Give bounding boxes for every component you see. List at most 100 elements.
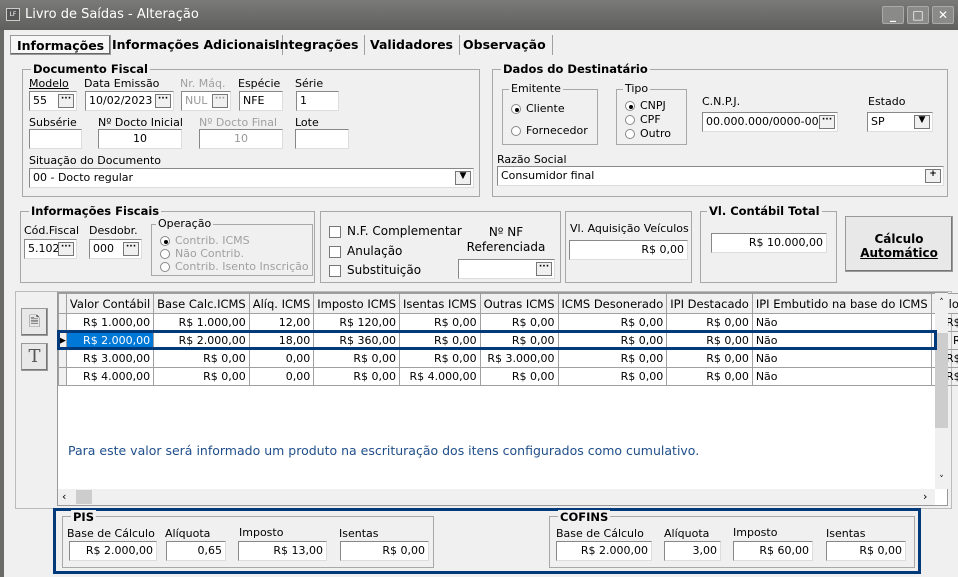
table-cell[interactable]: Não: [751, 367, 932, 386]
table-row[interactable]: R$ 3.000,00 R$ 0,00 0,00 R$ 0,00 R$ 0,00 R$ 3…: [58, 349, 958, 368]
cod-fiscal-field[interactable]: 5.102 ···: [24, 239, 77, 259]
column-header[interactable]: Outras ICMS: [479, 293, 559, 314]
pis-isentas-field[interactable]: R$ 0,00: [340, 541, 429, 561]
lookup-button[interactable]: ···: [536, 262, 552, 276]
table-cell[interactable]: R$ 120,00: [313, 313, 401, 332]
chevron-down-icon[interactable]: ▼: [914, 115, 930, 129]
nf-complementar-checkbox[interactable]: N.F. Complementar: [329, 224, 462, 238]
estado-select[interactable]: SP ▼: [867, 112, 933, 132]
cofins-aliquota-field[interactable]: 3,00: [664, 541, 721, 561]
column-header[interactable]: ICMS Desonerado: [557, 293, 668, 314]
tab-observacao[interactable]: Observação: [457, 35, 553, 55]
table-cell[interactable]: R$ 1.000,00: [153, 313, 250, 332]
close-button[interactable]: ✕: [932, 6, 954, 24]
vertical-scrollbar[interactable]: ˄ ˅: [935, 293, 948, 489]
table-cell[interactable]: Não: [751, 349, 932, 368]
operacao-label: Operação: [156, 217, 214, 230]
cnpj-field[interactable]: 00.000.000/0000-00 ···: [702, 112, 838, 132]
table-cell[interactable]: R$ 0,00: [666, 349, 753, 368]
column-header[interactable]: Base Calc.ICMS: [153, 293, 250, 314]
calculo-automatico-button[interactable]: Cálculo Automático: [845, 216, 953, 272]
radio-outro[interactable]: Outro: [625, 127, 671, 140]
table-cell[interactable]: R$ 0,00: [153, 367, 250, 386]
table-cell[interactable]: R$ 3.000,00: [479, 349, 559, 368]
aquisicao-field[interactable]: R$ 0,00: [569, 240, 688, 260]
tab-informacoes-adicionais[interactable]: Informações Adicionais: [106, 35, 283, 55]
table-cell[interactable]: R$ 0,00: [399, 349, 481, 368]
tab-validadores[interactable]: Validadores: [364, 35, 460, 55]
modelo-field[interactable]: 55 ···: [29, 91, 77, 111]
pis-aliquota-field[interactable]: 0,65: [166, 541, 226, 561]
table-cell[interactable]: R$ 0,00: [666, 313, 753, 332]
table-cell[interactable]: R$ 0,00: [557, 349, 668, 368]
minimize-button[interactable]: _: [882, 6, 904, 24]
table-cell[interactable]: R$ 1.000,00: [65, 313, 155, 332]
serie-field[interactable]: 1: [296, 91, 339, 111]
situacao-select[interactable]: 00 - Docto regular ▼: [29, 168, 474, 188]
row-indicator[interactable]: [58, 367, 67, 386]
table-cell[interactable]: R$ 0,00: [399, 313, 481, 332]
horizontal-scrollbar[interactable]: ‹ ›: [58, 489, 935, 505]
table-cell[interactable]: R$ 0,00: [666, 367, 753, 386]
tab-informacoes[interactable]: Informações: [10, 35, 112, 55]
table-cell[interactable]: R$ 0,00: [313, 349, 401, 368]
column-header[interactable]: Alíq. ICMS: [248, 293, 315, 314]
table-row[interactable]: R$ 1.000,00 R$ 1.000,00 12,00 R$ 120,00 R$ 0…: [58, 313, 958, 332]
scrollbar-thumb[interactable]: [76, 490, 92, 504]
table-cell[interactable]: 12,00: [248, 313, 315, 332]
radio-cliente[interactable]: Cliente: [511, 102, 565, 115]
pis-imposto-field[interactable]: R$ 13,00: [238, 541, 327, 561]
text-format-icon[interactable]: T: [21, 343, 48, 371]
table-cell[interactable]: R$ 0,00: [479, 367, 559, 386]
especie-field[interactable]: NFE: [239, 91, 283, 111]
column-header[interactable]: Isentas ICMS: [399, 293, 481, 314]
radio-cpf[interactable]: CPF: [625, 113, 661, 126]
substituicao-checkbox[interactable]: Substituição: [329, 263, 421, 277]
tab-integracoes[interactable]: Integrações: [269, 35, 366, 55]
table-cell[interactable]: R$ 4.000,00: [399, 367, 481, 386]
subserie-field[interactable]: [29, 129, 82, 149]
lookup-button[interactable]: ···: [819, 115, 835, 129]
nf-referenciada-field[interactable]: ···: [458, 259, 555, 279]
cofins-isentas-field[interactable]: R$ 0,00: [826, 541, 906, 561]
lookup-button[interactable]: ···: [58, 242, 74, 256]
table-cell[interactable]: R$ 0,00: [153, 349, 250, 368]
items-grid[interactable]: Valor Contábil Base Calc.ICMS Alíq. ICMS…: [57, 292, 958, 506]
row-indicator[interactable]: [58, 313, 67, 332]
table-cell[interactable]: R$ 0,00: [557, 313, 668, 332]
cofins-imposto-field[interactable]: R$ 60,00: [733, 541, 813, 561]
data-emissao-field[interactable]: 10/02/2023 ···: [85, 91, 174, 111]
anulacao-checkbox[interactable]: Anulação: [329, 244, 402, 258]
razao-social-field[interactable]: Consumidor final +: [497, 166, 944, 186]
tipo-group: Tipo CNPJ CPF Outro: [616, 82, 687, 145]
column-header[interactable]: IPI Embutido na base do ICMS: [751, 293, 932, 314]
table-cell[interactable]: R$ 0,00: [557, 367, 668, 386]
column-header[interactable]: IPI Destacado: [666, 293, 753, 314]
lote-field[interactable]: [295, 129, 349, 149]
row-indicator[interactable]: [58, 349, 67, 368]
lookup-button[interactable]: ···: [58, 94, 74, 108]
column-header[interactable]: Imposto ICMS: [313, 293, 401, 314]
radio-fornecedor[interactable]: Fornecedor: [511, 124, 588, 137]
chevron-down-icon[interactable]: ▼: [455, 171, 471, 185]
calendar-button[interactable]: ···: [155, 94, 171, 108]
radio-cnpj[interactable]: CNPJ: [625, 99, 666, 112]
lookup-button[interactable]: ···: [123, 242, 139, 256]
desdobr-field[interactable]: 000 ···: [89, 239, 142, 259]
table-cell[interactable]: 0,00: [248, 349, 315, 368]
plus-icon[interactable]: +: [925, 169, 941, 183]
table-cell[interactable]: 0,00: [248, 367, 315, 386]
column-header[interactable]: Valor Contábil: [65, 293, 155, 314]
table-cell[interactable]: Não: [751, 313, 932, 332]
table-cell[interactable]: R$ 0,00: [479, 313, 559, 332]
table-cell[interactable]: R$ 3.000,00: [65, 349, 155, 368]
table-cell[interactable]: R$ 4.000,00: [65, 367, 155, 386]
delete-document-icon[interactable]: 🗎: [21, 308, 48, 336]
table-row[interactable]: R$ 4.000,00 R$ 0,00 0,00 R$ 0,00 R$ 4.000,00…: [58, 367, 958, 386]
operacao-group: Operação Contrib. ICMS Não Contrib. Cont…: [151, 217, 313, 276]
table-cell[interactable]: R$ 0,00: [313, 367, 401, 386]
cofins-base-field[interactable]: R$ 2.000,00: [556, 541, 652, 561]
docto-inicial-field[interactable]: 10: [98, 129, 182, 149]
maximize-button[interactable]: □: [907, 6, 929, 24]
pis-base-field[interactable]: R$ 2.000,00: [69, 541, 157, 561]
